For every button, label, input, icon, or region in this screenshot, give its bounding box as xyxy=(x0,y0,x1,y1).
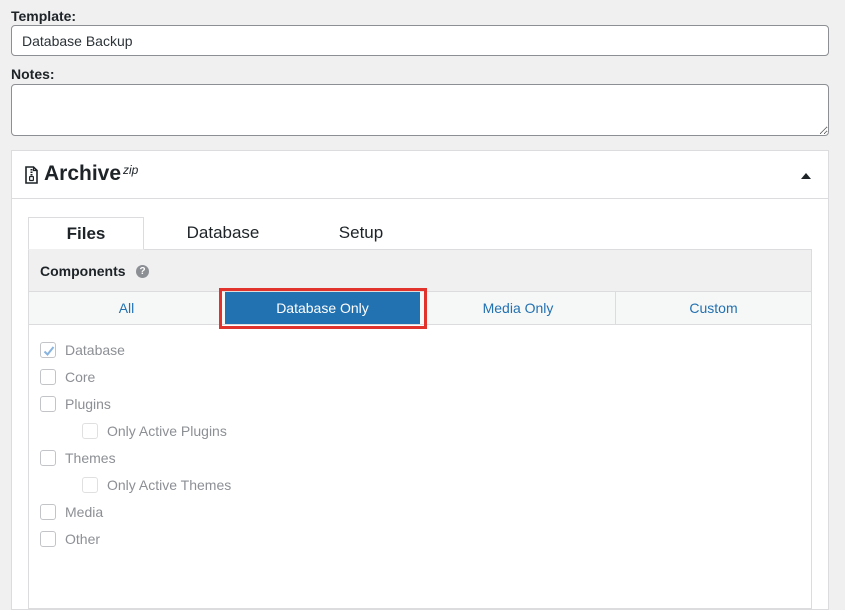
component-themes[interactable]: Themes xyxy=(40,448,116,468)
notes-textarea[interactable] xyxy=(11,84,829,136)
component-plugins[interactable]: Plugins xyxy=(40,394,111,414)
files-tab-content: Components ? All Database Only Media Onl… xyxy=(28,249,812,609)
component-database[interactable]: Database xyxy=(40,340,125,360)
component-label: Themes xyxy=(65,450,116,466)
component-only-active-themes[interactable]: Only Active Themes xyxy=(82,475,231,495)
archive-panel: Archive zip Files Database Setup Compone… xyxy=(11,150,829,610)
filter-media-only-button[interactable]: Media Only xyxy=(421,292,615,324)
filter-database-only-button[interactable]: Database Only xyxy=(225,292,420,324)
panel-title-format: zip xyxy=(123,163,139,177)
collapse-toggle[interactable] xyxy=(800,171,812,181)
component-label: Other xyxy=(65,531,101,547)
core-checkbox[interactable] xyxy=(40,369,56,385)
only-active-plugins-checkbox[interactable] xyxy=(82,423,98,439)
file-zip-icon xyxy=(25,166,38,189)
component-label: Media xyxy=(65,504,104,520)
notes-label: Notes: xyxy=(11,66,55,82)
component-other[interactable]: Other xyxy=(40,529,100,549)
themes-checkbox[interactable] xyxy=(40,450,56,466)
component-media[interactable]: Media xyxy=(40,502,103,522)
tab-files[interactable]: Files xyxy=(28,217,144,250)
tab-setup[interactable]: Setup xyxy=(308,217,414,250)
component-filter-group: All Database Only Media Only Custom xyxy=(29,288,811,329)
tab-database[interactable]: Database xyxy=(158,217,288,250)
other-checkbox[interactable] xyxy=(40,531,56,547)
component-label: Database xyxy=(65,342,125,358)
archive-panel-header[interactable]: Archive zip xyxy=(12,151,828,199)
help-icon[interactable]: ? xyxy=(136,265,149,278)
component-label: Core xyxy=(65,369,96,385)
filter-custom-button[interactable]: Custom xyxy=(615,292,811,324)
component-label: Plugins xyxy=(65,396,111,412)
media-checkbox[interactable] xyxy=(40,504,56,520)
plugins-checkbox[interactable] xyxy=(40,396,56,412)
only-active-themes-checkbox[interactable] xyxy=(82,477,98,493)
database-checkbox[interactable] xyxy=(40,342,56,358)
checkmark-icon xyxy=(43,346,55,356)
component-label: Only Active Plugins xyxy=(107,423,227,439)
component-only-active-plugins[interactable]: Only Active Plugins xyxy=(82,421,227,441)
template-input[interactable] xyxy=(11,25,829,56)
filter-all-button[interactable]: All xyxy=(29,292,224,324)
triangle-up-icon xyxy=(801,173,811,179)
components-header: Components ? xyxy=(29,250,811,292)
archive-tabs: Files Database Setup xyxy=(28,217,813,250)
template-label: Template: xyxy=(11,8,77,24)
panel-title: Archive xyxy=(44,162,122,185)
component-label: Only Active Themes xyxy=(107,477,232,493)
components-label: Components xyxy=(40,263,126,279)
component-core[interactable]: Core xyxy=(40,367,95,387)
